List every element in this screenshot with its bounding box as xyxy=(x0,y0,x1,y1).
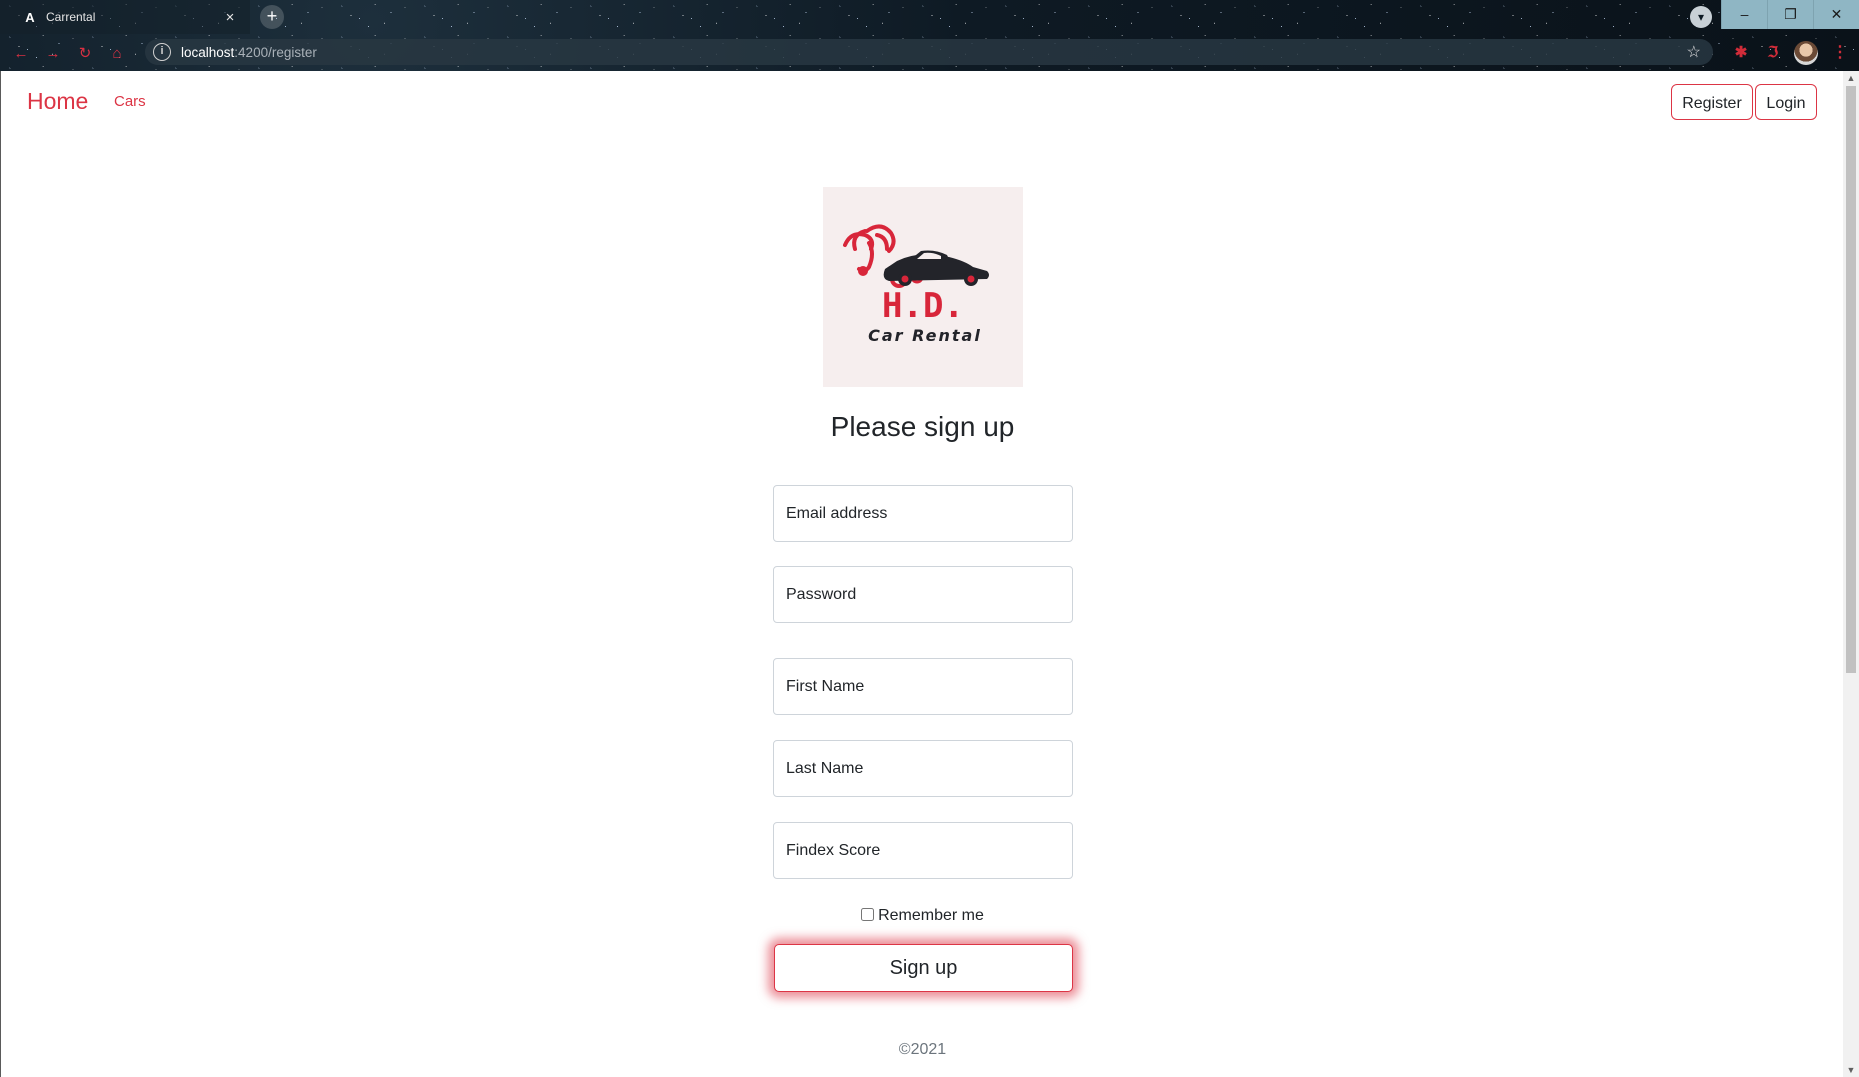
url-path: :4200/register xyxy=(234,44,317,60)
translate-extension-icon[interactable]: ℑ xyxy=(1762,42,1784,64)
car-logo-icon: H.D. Car Rental xyxy=(843,224,989,345)
angular-icon: A xyxy=(25,9,35,25)
url-text[interactable]: localhost:4200/register xyxy=(181,45,317,60)
browser-chrome: A Carrental × + ▾ – ❐ ✕ ← → ↻ ⌂ i localh… xyxy=(0,0,1859,71)
logo: H.D. Car Rental xyxy=(823,187,1023,387)
email-field[interactable] xyxy=(773,485,1073,542)
logo-subtitle: Car Rental xyxy=(868,326,982,345)
remember-me-label[interactable]: Remember me xyxy=(878,907,984,924)
tab-close-icon[interactable]: × xyxy=(222,9,238,26)
home-icon[interactable]: ⌂ xyxy=(106,43,128,65)
url-host: localhost xyxy=(181,44,235,60)
tab-title: Carrental xyxy=(46,10,96,24)
scrollbar-thumb[interactable] xyxy=(1846,86,1856,673)
restore-button[interactable]: ❐ xyxy=(1767,0,1813,29)
logo-title: H.D. xyxy=(882,286,964,326)
minimize-button[interactable]: – xyxy=(1721,0,1767,29)
browser-menu-icon[interactable]: ⋮ xyxy=(1832,42,1848,64)
reload-icon[interactable]: ↻ xyxy=(74,43,96,65)
bookmark-star-icon[interactable]: ☆ xyxy=(1687,42,1701,62)
profile-avatar[interactable] xyxy=(1794,41,1818,65)
login-button[interactable]: Login xyxy=(1755,84,1817,120)
browser-tab[interactable]: A Carrental × xyxy=(0,0,250,34)
remember-me-checkbox[interactable] xyxy=(861,908,875,921)
last-name-field[interactable] xyxy=(773,740,1073,797)
nav-cars-link[interactable]: Cars xyxy=(114,93,146,110)
register-button[interactable]: Register xyxy=(1671,84,1753,120)
page-scrollbar[interactable]: ▲ ▼ xyxy=(1843,71,1859,1077)
findex-score-field[interactable] xyxy=(773,822,1073,879)
new-tab-button[interactable]: + xyxy=(260,5,284,29)
back-icon[interactable]: ← xyxy=(10,43,32,65)
first-name-field[interactable] xyxy=(773,658,1073,715)
footer-copyright: ©2021 xyxy=(898,1041,947,1058)
forward-icon[interactable]: → xyxy=(42,43,64,65)
password-field[interactable] xyxy=(773,566,1073,623)
scroll-up-icon[interactable]: ▲ xyxy=(1843,71,1859,85)
site-info-icon[interactable]: i xyxy=(153,43,171,61)
address-bar[interactable]: i localhost:4200/register ☆ xyxy=(145,39,1713,65)
close-window-button[interactable]: ✕ xyxy=(1813,0,1859,29)
remember-me: Remember me xyxy=(1,907,1844,925)
extension-puzzle-icon[interactable]: ✱ xyxy=(1730,42,1752,64)
tab-search-icon[interactable]: ▾ xyxy=(1690,6,1712,28)
scroll-down-icon[interactable]: ▼ xyxy=(1843,1063,1859,1077)
nav-home-link[interactable]: Home xyxy=(27,88,88,115)
page-content: Home Cars Register Login H.D. Car Rental… xyxy=(0,71,1844,1077)
window-controls: – ❐ ✕ xyxy=(1721,0,1859,29)
page-title: Please sign up xyxy=(830,411,1015,442)
sign-up-button[interactable]: Sign up xyxy=(774,944,1073,992)
